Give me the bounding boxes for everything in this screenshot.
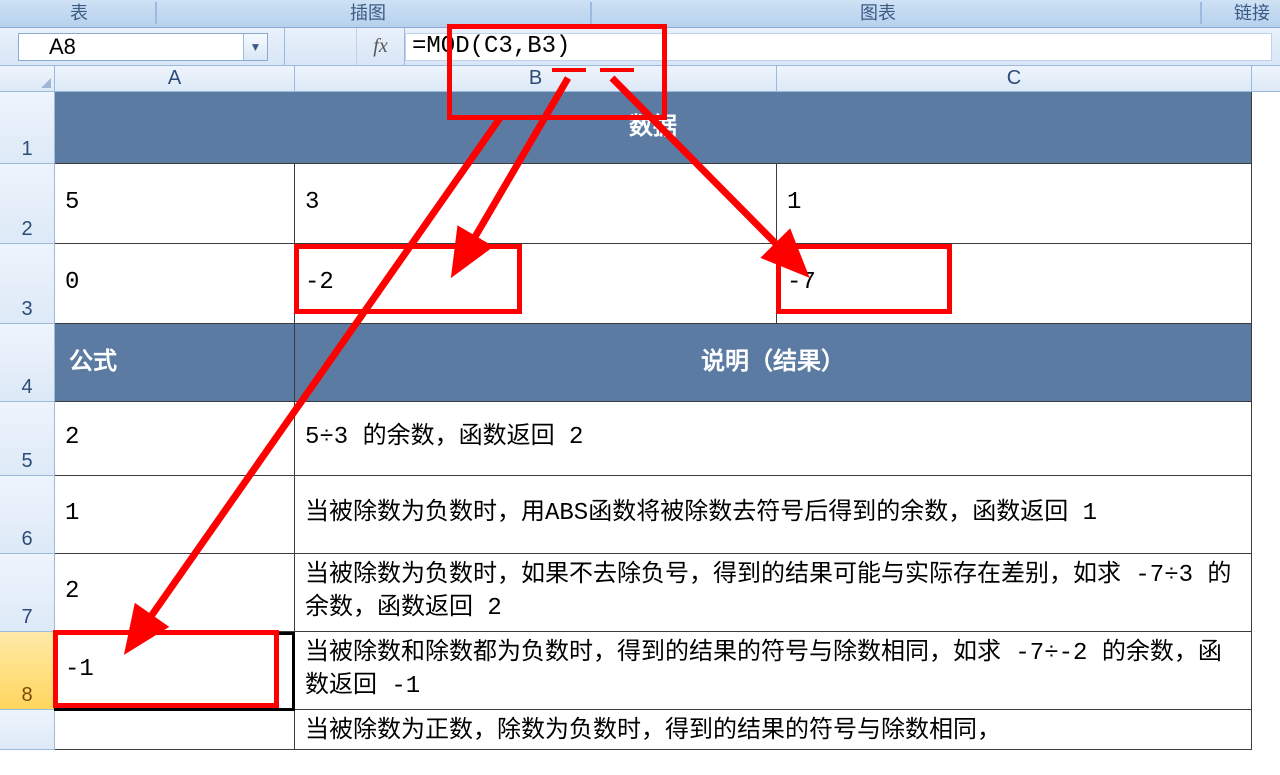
cell-B6-merged[interactable]: 当被除数为负数时，用ABS函数将被除数去符号后得到的余数，函数返回 1 xyxy=(295,476,1252,554)
col-header-C[interactable]: C xyxy=(777,66,1252,91)
ribbon-label-tables[interactable]: 表 xyxy=(70,0,88,25)
ribbon-label-charts[interactable]: 图表 xyxy=(860,0,896,25)
cell-A7[interactable]: 2 xyxy=(55,554,295,632)
row-header-1[interactable]: 1 xyxy=(0,92,55,164)
cell-A6[interactable]: 1 xyxy=(55,476,295,554)
ribbon-label-links[interactable]: 链接 xyxy=(1234,0,1270,25)
fx-icon[interactable]: fx xyxy=(356,28,404,65)
select-all-corner[interactable] xyxy=(0,66,55,91)
row-header-8[interactable]: 8 xyxy=(0,632,55,710)
name-box-value: A8 xyxy=(49,34,76,60)
row-header-9[interactable] xyxy=(0,710,55,750)
row-header-5[interactable]: 5 xyxy=(0,402,55,476)
col-header-B[interactable]: B xyxy=(295,66,777,91)
col-header-A[interactable]: A xyxy=(55,66,295,91)
cell-B5-merged[interactable]: 5÷3 的余数，函数返回 2 xyxy=(295,402,1252,476)
row-header-2[interactable]: 2 xyxy=(0,164,55,244)
row-header-4[interactable]: 4 xyxy=(0,324,55,402)
column-headers: A B C xyxy=(0,66,1280,92)
cell-B8-merged[interactable]: 当被除数和除数都为负数时，得到的结果的符号与除数相同，如求 -7÷-2 的余数，… xyxy=(295,632,1252,710)
cell-A3[interactable]: 0 xyxy=(55,244,295,324)
row-header-6[interactable]: 6 xyxy=(0,476,55,554)
name-box[interactable]: A8 ▼ xyxy=(18,33,268,61)
row-header-7[interactable]: 7 xyxy=(0,554,55,632)
grid: 1 数据 2 5 3 1 3 0 -2 -7 4 公式 说明（结果） 5 2 5… xyxy=(0,92,1280,775)
cell-B4-merged[interactable]: 说明（结果） xyxy=(295,324,1252,402)
formula-input[interactable]: =MOD(C3,B3) xyxy=(405,33,1272,61)
cell-B9-merged[interactable]: 当被除数为正数，除数为负数时，得到的结果的符号与除数相同， xyxy=(295,710,1252,750)
cell-A9[interactable] xyxy=(55,710,295,750)
formula-text: =MOD(C3,B3) xyxy=(412,33,570,60)
cell-B7-merged[interactable]: 当被除数为负数时，如果不去除负号，得到的结果可能与实际存在差别，如求 -7÷3 … xyxy=(295,554,1252,632)
name-box-dropdown[interactable]: ▼ xyxy=(243,34,267,60)
cell-A4[interactable]: 公式 xyxy=(55,324,295,402)
annotation-underline-c3 xyxy=(552,68,586,72)
spreadsheet: A B C 1 数据 2 5 3 1 3 0 -2 -7 4 公式 说明（结果） xyxy=(0,66,1280,775)
ribbon-group-labels: 表 插图 图表 链接 xyxy=(0,0,1280,28)
formula-bar: A8 ▼ fx =MOD(C3,B3) xyxy=(0,28,1280,66)
row-header-3[interactable]: 3 xyxy=(0,244,55,324)
cell-C2[interactable]: 1 xyxy=(777,164,1252,244)
annotation-underline-b3 xyxy=(600,68,634,72)
cell-A5[interactable]: 2 xyxy=(55,402,295,476)
cell-A8[interactable]: -1 xyxy=(55,632,295,710)
cell-A2[interactable]: 5 xyxy=(55,164,295,244)
ribbon-label-illustrations[interactable]: 插图 xyxy=(350,0,386,25)
cell-A1-merged[interactable]: 数据 xyxy=(55,92,1252,164)
cell-B2[interactable]: 3 xyxy=(295,164,777,244)
cell-B3[interactable]: -2 xyxy=(295,244,777,324)
cell-C3[interactable]: -7 xyxy=(777,244,1252,324)
